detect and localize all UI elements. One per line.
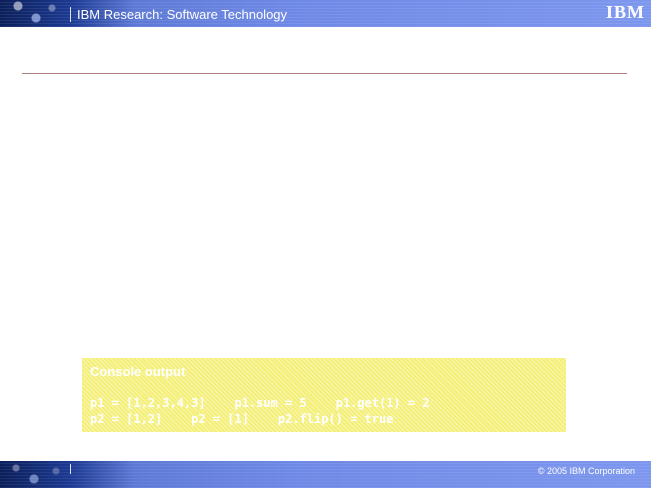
console-line: p1 = [1,2,3,4,3] p1.sum = 5 p1.get(1) = … — [90, 396, 430, 410]
console-output-box: Console output p1 = [1,2,3,4,3] p1.sum =… — [82, 358, 566, 432]
console-output-title: Console output — [90, 364, 186, 379]
header-bar: IBM Research: Software Technology IBM — [0, 0, 651, 27]
header-title: IBM Research: Software Technology — [77, 7, 288, 22]
title-divider — [22, 73, 627, 74]
footer-separator — [70, 464, 71, 474]
footer-bar: © 2005 IBM Corporation — [0, 461, 651, 488]
ibm-logo: IBM — [606, 2, 645, 22]
header-separator — [70, 7, 71, 22]
copyright-notice: © 2005 IBM Corporation — [537, 466, 635, 476]
console-line: p2 = [1,2] p2 = [1] p2.flip() = true — [90, 412, 394, 426]
